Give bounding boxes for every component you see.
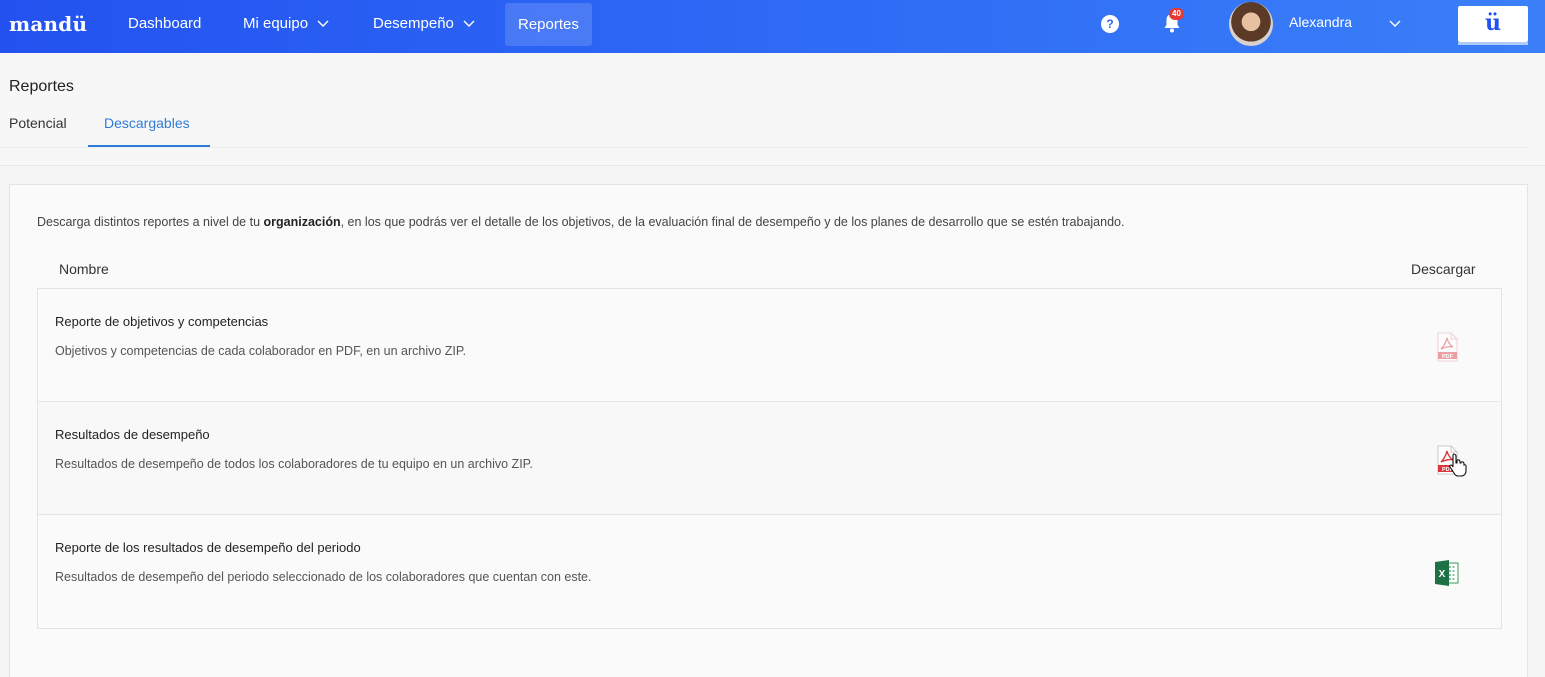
list-item: Reporte de objetivos y competencias Obje… <box>38 289 1501 402</box>
report-subtitle: Resultados de desempeño del periodo sele… <box>55 570 592 584</box>
svg-text:PDF: PDF <box>1442 354 1454 360</box>
report-title: Resultados de desempeño <box>55 427 210 442</box>
column-header-nombre: Nombre <box>59 261 109 277</box>
username[interactable]: Alexandra <box>1289 14 1352 30</box>
reports-description: Descarga distintos reportes a nivel de t… <box>37 215 1125 229</box>
report-title: Reporte de objetivos y competencias <box>55 314 269 329</box>
mandu-logo[interactable]: mandü <box>9 12 87 36</box>
column-header-descargar: Descargar <box>1411 261 1476 277</box>
svg-text:X: X <box>1439 569 1446 580</box>
reports-list: Reporte de objetivos y competencias Obje… <box>37 288 1502 629</box>
chevron-down-icon <box>463 20 475 27</box>
chevron-down-icon <box>317 20 329 27</box>
nav-desempeno[interactable]: Desempeño <box>373 0 475 46</box>
nav-reportes[interactable]: Reportes <box>505 3 592 46</box>
help-icon[interactable]: ? <box>1101 15 1119 33</box>
tab-potencial[interactable]: Potencial <box>9 115 67 131</box>
nav-desempeno-label: Desempeño <box>373 14 454 32</box>
active-tab-indicator <box>88 145 210 147</box>
page-header: Reportes Potencial Descargables <box>0 53 1545 166</box>
top-navbar: mandü Dashboard Mi equipo Desempeño Repo… <box>0 0 1545 53</box>
avatar[interactable] <box>1229 2 1273 46</box>
nav-dashboard[interactable]: Dashboard <box>128 0 201 46</box>
nav-mi-equipo-label: Mi equipo <box>243 14 309 32</box>
hand-cursor-icon <box>1449 453 1467 477</box>
excel-icon[interactable]: X <box>1432 557 1462 589</box>
chevron-down-icon[interactable] <box>1389 17 1401 29</box>
report-title: Reporte de los resultados de desempeño d… <box>55 540 361 555</box>
nav-mi-equipo[interactable]: Mi equipo <box>243 0 329 46</box>
notification-badge: 40 <box>1169 8 1184 20</box>
list-item: Reporte de los resultados de desempeño d… <box>38 515 1501 628</box>
tab-descargables[interactable]: Descargables <box>104 115 190 131</box>
page-title: Reportes <box>9 78 74 95</box>
nav-reportes-label: Reportes <box>518 16 579 33</box>
reports-card: Descarga distintos reportes a nivel de t… <box>9 184 1528 677</box>
nav-dashboard-label: Dashboard <box>128 14 202 32</box>
report-subtitle: Objetivos y competencias de cada colabor… <box>55 344 467 358</box>
brand-button[interactable]: ü <box>1458 6 1528 45</box>
list-item: Resultados de desempeño Resultados de de… <box>38 402 1501 515</box>
tabs-divider <box>0 147 1528 148</box>
pdf-icon[interactable]: PDF <box>1432 331 1462 363</box>
report-subtitle: Resultados de desempeño de todos los col… <box>55 457 533 471</box>
